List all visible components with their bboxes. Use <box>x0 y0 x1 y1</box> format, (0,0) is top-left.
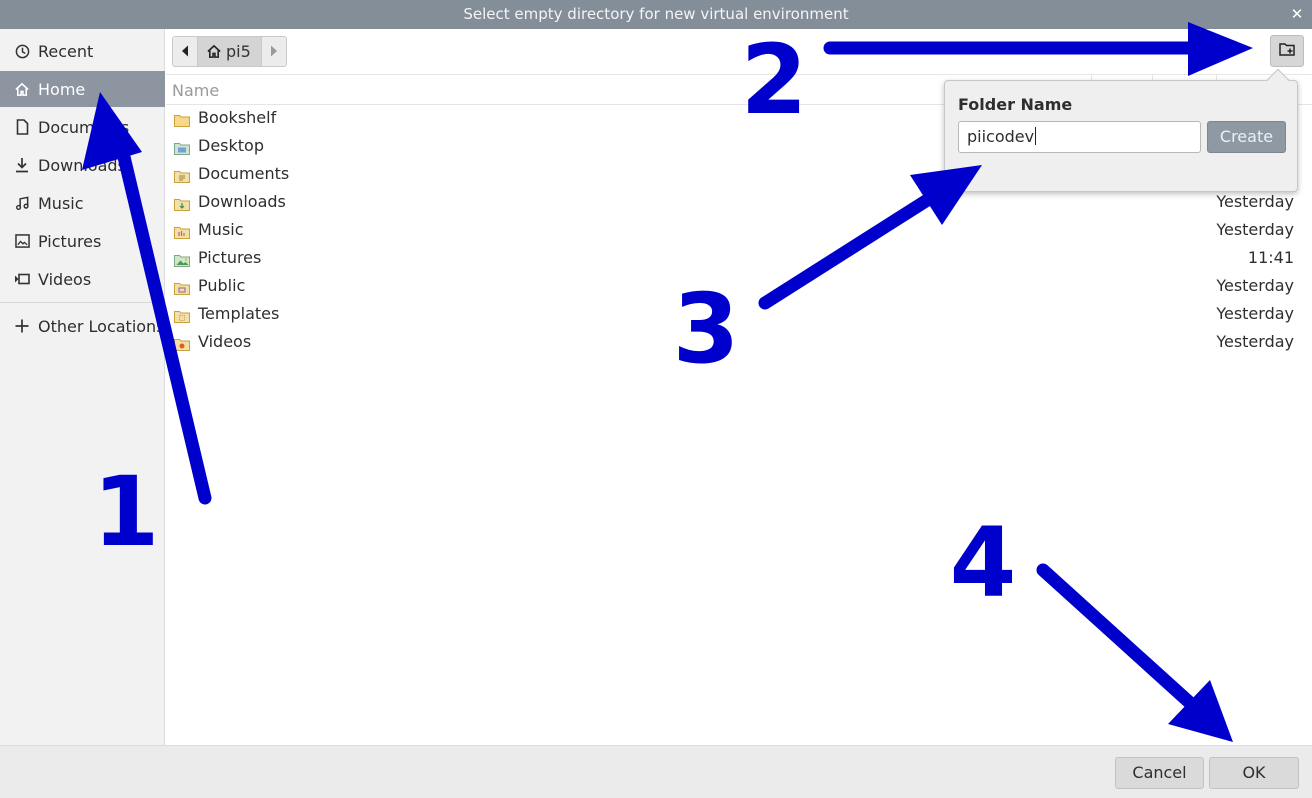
file-row[interactable]: Videos Yesterday <box>166 329 1306 357</box>
videos-folder-icon <box>174 336 190 351</box>
sidebar-item-other-locations[interactable]: Other Locations <box>0 308 165 344</box>
new-folder-popover: Folder Name piicodev Create <box>944 68 1298 192</box>
annotation-step-4: 4 <box>950 507 1017 619</box>
home-icon <box>14 81 30 97</box>
sidebar-item-home[interactable]: Home <box>0 71 165 107</box>
dialog-footer: Cancel OK <box>0 745 1312 798</box>
file-modified: Yesterday <box>1216 304 1294 323</box>
documents-folder-icon <box>174 168 190 183</box>
file-name: Documents <box>198 164 290 183</box>
file-row[interactable]: Downloads Yesterday <box>166 189 1306 217</box>
window-title: Select empty directory for new virtual e… <box>463 5 849 23</box>
sidebar-item-label: Other Locations <box>38 316 165 336</box>
folder-icon <box>174 112 190 127</box>
download-icon <box>14 157 30 173</box>
file-name: Bookshelf <box>198 108 277 127</box>
sidebar-item-videos[interactable]: Videos <box>0 261 165 297</box>
public-folder-icon <box>174 280 190 295</box>
sidebar-item-label: Documents <box>38 117 130 137</box>
ok-button[interactable]: OK <box>1209 757 1299 789</box>
sidebar-item-label: Videos <box>38 269 92 289</box>
close-icon[interactable]: ✕ <box>1288 0 1306 29</box>
path-forward-button[interactable] <box>261 37 286 66</box>
folder-name-label: Folder Name <box>958 95 1073 114</box>
file-row[interactable]: Public Yesterday <box>166 273 1306 301</box>
file-name: Pictures <box>198 248 262 267</box>
chevron-right-icon <box>270 42 278 61</box>
home-icon <box>206 44 222 59</box>
annotation-arrow-2 <box>823 22 1253 76</box>
file-name: Public <box>198 276 246 295</box>
folder-name-input[interactable]: piicodev <box>958 121 1201 153</box>
file-modified: Yesterday <box>1216 332 1294 351</box>
file-name: Videos <box>198 332 252 351</box>
sidebar-item-downloads[interactable]: Downloads <box>0 147 165 183</box>
plus-icon <box>14 318 30 334</box>
file-modified: Yesterday <box>1216 192 1294 211</box>
video-icon <box>14 271 30 287</box>
path-back-button[interactable] <box>173 37 197 66</box>
path-segment-home[interactable]: pi5 <box>197 37 262 66</box>
sidebar-item-label: Music <box>38 193 84 213</box>
places-sidebar: Recent Home Documents Downloads Music Pi… <box>0 29 165 745</box>
file-name: Desktop <box>198 136 264 155</box>
sidebar-item-recent[interactable]: Recent <box>0 33 165 69</box>
file-row[interactable]: Pictures 11:41 <box>166 245 1306 273</box>
file-modified: Yesterday <box>1216 220 1294 239</box>
sidebar-item-label: Recent <box>38 41 94 61</box>
pictures-folder-icon <box>174 252 190 267</box>
file-modified: 11:41 <box>1247 248 1294 267</box>
chevron-left-icon <box>181 42 189 61</box>
path-bar: pi5 <box>172 36 287 67</box>
clock-icon <box>14 43 30 59</box>
desktop-folder-icon <box>174 140 190 155</box>
music-folder-icon <box>174 224 190 239</box>
annotation-arrow-4 <box>1036 563 1233 742</box>
file-modified: Yesterday <box>1216 276 1294 295</box>
downloads-folder-icon <box>174 196 190 211</box>
file-name: Downloads <box>198 192 286 211</box>
document-icon <box>14 119 30 135</box>
sidebar-item-pictures[interactable]: Pictures <box>0 223 165 259</box>
new-folder-icon <box>1278 42 1296 61</box>
file-name: Music <box>198 220 244 239</box>
cancel-button[interactable]: Cancel <box>1115 757 1204 789</box>
music-icon <box>14 195 30 211</box>
file-name: Templates <box>198 304 280 323</box>
sidebar-item-label: Home <box>38 79 86 99</box>
folder-name-value: piicodev <box>967 127 1035 146</box>
file-row[interactable]: Templates Yesterday <box>166 301 1306 329</box>
path-segment-label: pi5 <box>226 42 251 61</box>
sidebar-item-music[interactable]: Music <box>0 185 165 221</box>
popover-notch <box>1266 68 1290 92</box>
column-header-name[interactable]: Name <box>172 81 219 100</box>
sidebar-item-documents[interactable]: Documents <box>0 109 165 145</box>
file-row[interactable]: Music Yesterday <box>166 217 1306 245</box>
sidebar-item-label: Downloads <box>38 155 126 175</box>
new-folder-button[interactable] <box>1270 35 1304 67</box>
title-bar: Select empty directory for new virtual e… <box>0 0 1312 29</box>
templates-folder-icon <box>174 308 190 323</box>
text-cursor <box>1035 127 1037 145</box>
sidebar-divider <box>0 302 165 303</box>
picture-icon <box>14 233 30 249</box>
sidebar-item-label: Pictures <box>38 231 102 251</box>
create-button[interactable]: Create <box>1207 121 1286 153</box>
